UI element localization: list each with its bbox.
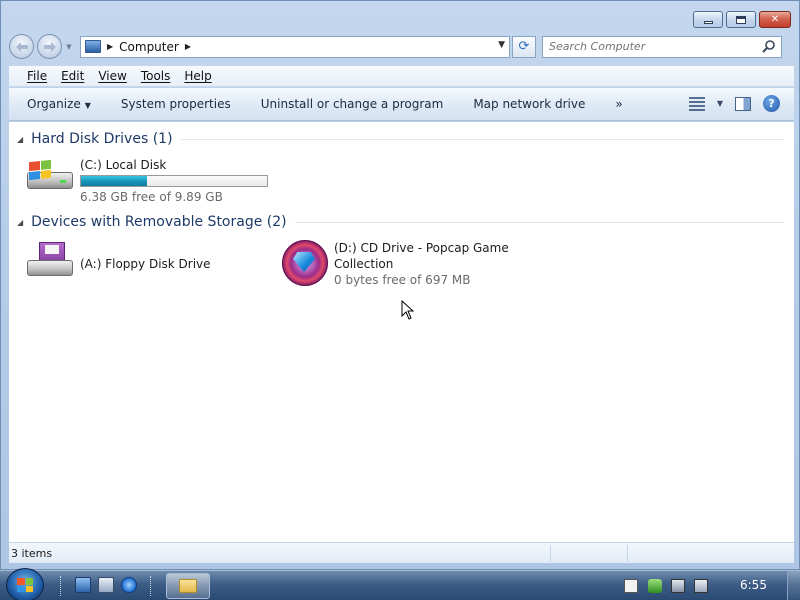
switch-windows-icon[interactable] <box>98 577 114 593</box>
start-button[interactable] <box>6 568 44 600</box>
minimize-icon <box>703 20 713 24</box>
capacity-bar <box>80 175 268 187</box>
drive-name: (C:) Local Disk <box>80 158 167 172</box>
status-divider <box>550 545 551 562</box>
taskbar: 6:55 <box>0 568 800 600</box>
floppy-drive-icon <box>25 242 75 282</box>
drive-item-d[interactable]: (D:) CD Drive - Popcap Game Collection 0… <box>280 240 509 288</box>
drive-free-space: 0 bytes free of 697 MB <box>334 273 471 287</box>
status-item-count: 3 items <box>11 546 53 560</box>
mouse-cursor-icon <box>401 300 415 320</box>
uninstall-program-button[interactable]: Uninstall or change a program <box>261 97 444 111</box>
search-input[interactable] <box>549 40 749 53</box>
search-icon[interactable] <box>762 39 776 53</box>
windows-logo-icon <box>17 578 33 592</box>
status-divider <box>627 545 628 562</box>
drive-free-space: 6.38 GB free of 9.89 GB <box>80 190 223 204</box>
change-view-icon[interactable] <box>688 96 705 111</box>
hard-disk-icon <box>25 158 75 198</box>
tray-volume-muted-icon[interactable] <box>694 579 708 593</box>
help-icon[interactable]: ? <box>763 95 780 112</box>
drive-name: (A:) Floppy Disk Drive <box>80 257 211 271</box>
capacity-bar-fill <box>81 176 148 186</box>
status-bar: 3 items <box>9 542 794 563</box>
refresh-icon: ⟳ <box>518 39 530 54</box>
close-icon: ✕ <box>770 14 780 25</box>
drive-name-line2: Collection <box>334 257 394 271</box>
group-title: Devices with Removable Storage (2) <box>31 214 287 230</box>
view-dropdown-icon[interactable]: ▼ <box>717 99 723 108</box>
drive-item-a[interactable]: (A:) Floppy Disk Drive <box>25 242 211 282</box>
internet-explorer-icon[interactable] <box>121 577 137 593</box>
address-dropdown-icon[interactable]: ▼ <box>498 40 505 50</box>
chevron-down-icon: ▼ <box>84 101 91 110</box>
taskbar-grip[interactable] <box>150 576 153 596</box>
folder-icon <box>179 579 197 593</box>
minimize-button[interactable] <box>693 11 723 28</box>
close-button[interactable]: ✕ <box>759 11 791 28</box>
forward-button[interactable] <box>37 34 62 59</box>
group-title: Hard Disk Drives (1) <box>31 131 173 147</box>
group-header-hard-disk-drives[interactable]: ◢ Hard Disk Drives (1) <box>9 128 784 150</box>
address-bar[interactable]: ▶ Computer ▶ ▼ <box>80 35 510 58</box>
menu-file[interactable]: File <box>27 69 47 83</box>
explorer-window: ✕ ▼ ▶ Computer ▶ ▼ ⟳ File <box>0 0 800 570</box>
back-arrow-icon <box>15 41 28 52</box>
maximize-button[interactable] <box>726 11 756 28</box>
content-pane: ◢ Hard Disk Drives (1) (C:) Local Disk 6… <box>9 122 794 542</box>
computer-icon <box>85 40 101 53</box>
more-commands-button[interactable]: » <box>615 97 622 111</box>
show-desktop-button[interactable] <box>787 571 800 600</box>
search-box[interactable] <box>542 35 782 58</box>
menu-view[interactable]: View <box>98 69 126 83</box>
collapse-arrow-icon[interactable]: ◢ <box>17 135 23 144</box>
menu-tools[interactable]: Tools <box>141 69 171 83</box>
system-tray <box>610 571 800 600</box>
command-bar-right: ▼ ? <box>688 95 780 112</box>
taskbar-clock[interactable]: 6:55 <box>740 578 767 592</box>
tray-network-icon[interactable] <box>671 579 685 593</box>
drive-item-c[interactable]: (C:) Local Disk 6.38 GB free of 9.89 GB <box>25 158 268 204</box>
menu-help[interactable]: Help <box>184 69 211 83</box>
breadcrumb-computer[interactable]: Computer <box>119 40 179 54</box>
quicklaunch-grip[interactable] <box>60 576 63 596</box>
group-divider <box>180 138 784 140</box>
group-divider <box>294 221 784 223</box>
breadcrumb-chevron-icon[interactable]: ▶ <box>107 42 113 51</box>
cd-drive-icon <box>280 240 330 288</box>
organize-label: Organize <box>27 97 81 111</box>
menu-edit[interactable]: Edit <box>61 69 84 83</box>
menu-bar: File Edit View Tools Help <box>9 65 794 87</box>
show-desktop-quicklaunch-icon[interactable] <box>75 577 91 593</box>
maximize-icon <box>736 15 746 24</box>
drive-name-line1: (D:) CD Drive - Popcap Game <box>334 241 509 255</box>
preview-pane-icon[interactable] <box>735 96 751 111</box>
system-properties-button[interactable]: System properties <box>121 97 231 111</box>
forward-arrow-icon <box>43 41 56 52</box>
tray-security-icon[interactable] <box>648 579 662 593</box>
navigation-bar: ▼ ▶ Computer ▶ ▼ ⟳ <box>9 34 794 59</box>
back-button[interactable] <box>9 34 34 59</box>
tray-document-icon[interactable] <box>624 579 638 593</box>
collapse-arrow-icon[interactable]: ◢ <box>17 218 23 227</box>
caption-buttons: ✕ <box>693 11 791 28</box>
recent-pages-dropdown[interactable]: ▼ <box>64 43 74 51</box>
group-header-removable-storage[interactable]: ◢ Devices with Removable Storage (2) <box>9 211 784 233</box>
organize-button[interactable]: Organize ▼ <box>27 97 91 111</box>
map-network-drive-button[interactable]: Map network drive <box>473 97 585 111</box>
refresh-button[interactable]: ⟳ <box>512 35 536 58</box>
breadcrumb-chevron-icon[interactable]: ▶ <box>185 42 191 51</box>
command-bar: Organize ▼ System properties Uninstall or… <box>9 88 794 121</box>
taskbar-explorer-button[interactable] <box>166 573 210 599</box>
